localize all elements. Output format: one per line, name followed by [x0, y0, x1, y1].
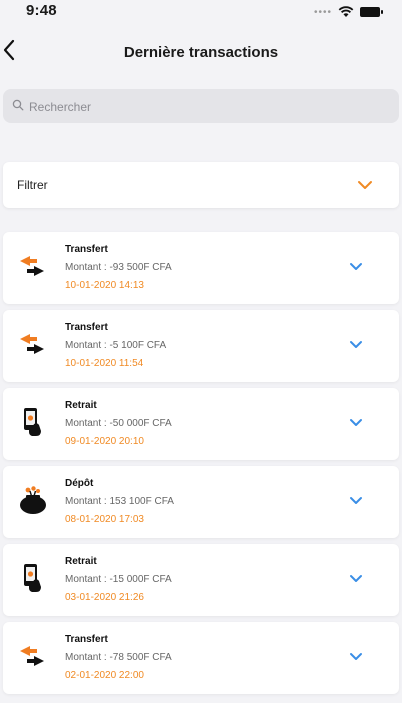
filter-dropdown[interactable]: Filtrer — [3, 162, 399, 208]
search-bar[interactable] — [3, 89, 399, 125]
transfer-arrows-icon — [15, 326, 51, 362]
chevron-down-icon — [358, 181, 372, 189]
transaction-date: 10-01-2020 14:13 — [65, 280, 144, 291]
nav-bar: Dernière transactions — [0, 30, 402, 74]
transaction-type: Transfert — [65, 244, 108, 255]
transaction-date: 10-01-2020 11:54 — [65, 358, 144, 369]
battery-icon — [360, 7, 383, 17]
transaction-date: 02-01-2020 22:00 — [65, 670, 144, 681]
status-icons: •••• — [313, 6, 383, 18]
purse-icon — [15, 482, 51, 518]
status-time: 9:48 — [26, 2, 57, 19]
chevron-down-icon[interactable] — [349, 418, 363, 427]
home-indicator — [0, 698, 402, 703]
transaction-amount: Montant : -5 100F CFA — [65, 340, 167, 351]
chevron-down-icon[interactable] — [349, 340, 363, 349]
filter-label: Filtrer — [17, 178, 48, 192]
transaction-item[interactable]: Retrait Montant : -50 000F CFA 09-01-2020 … — [3, 388, 399, 460]
search-icon — [12, 99, 24, 111]
transaction-amount: Montant : 153 100F CFA — [65, 496, 174, 507]
transaction-item[interactable]: Transfert Montant : -93 500F CFA 10-01-202… — [3, 232, 399, 304]
transaction-item[interactable]: Transfert Montant : -5 100F CFA 10-01-2020… — [3, 310, 399, 382]
transaction-date: 08-01-2020 17:03 — [65, 514, 144, 525]
transaction-item[interactable]: Transfert Montant : -78 500F CFA 02-01-202… — [3, 622, 399, 694]
transaction-amount: Montant : -15 000F CFA — [65, 574, 172, 585]
transaction-type: Retrait — [65, 556, 97, 567]
phone-hand-icon — [15, 404, 51, 440]
transfer-arrows-icon — [15, 248, 51, 284]
chevron-down-icon[interactable] — [349, 262, 363, 271]
page-title: Dernière transactions — [123, 44, 279, 61]
signal-icon: •••• — [313, 6, 332, 18]
transaction-item[interactable]: Retrait Montant : -15 000F CFA 03-01-2020 … — [3, 544, 399, 616]
transaction-list: Transfert Montant : -93 500F CFA 10-01-202… — [3, 232, 399, 700]
search-input[interactable] — [27, 89, 391, 125]
transaction-date: 09-01-2020 20:10 — [65, 436, 144, 447]
transaction-type: Transfert — [65, 322, 108, 333]
phone-hand-icon — [15, 560, 51, 596]
transaction-amount: Montant : -93 500F CFA — [65, 262, 172, 273]
transaction-amount: Montant : -78 500F CFA — [65, 652, 172, 663]
transaction-type: Dépôt — [65, 478, 94, 489]
transaction-type: Retrait — [65, 400, 97, 411]
status-bar: 9:48 •••• — [0, 0, 402, 24]
transaction-item[interactable]: Dépôt Montant : 153 100F CFA 08-01-2020 17… — [3, 466, 399, 538]
transaction-date: 03-01-2020 21:26 — [65, 592, 144, 603]
transfer-arrows-icon — [15, 638, 51, 674]
wifi-icon — [338, 6, 354, 17]
chevron-down-icon[interactable] — [349, 496, 363, 505]
transaction-type: Transfert — [65, 634, 108, 645]
chevron-down-icon[interactable] — [349, 574, 363, 583]
chevron-down-icon[interactable] — [349, 652, 363, 661]
transaction-amount: Montant : -50 000F CFA — [65, 418, 172, 429]
